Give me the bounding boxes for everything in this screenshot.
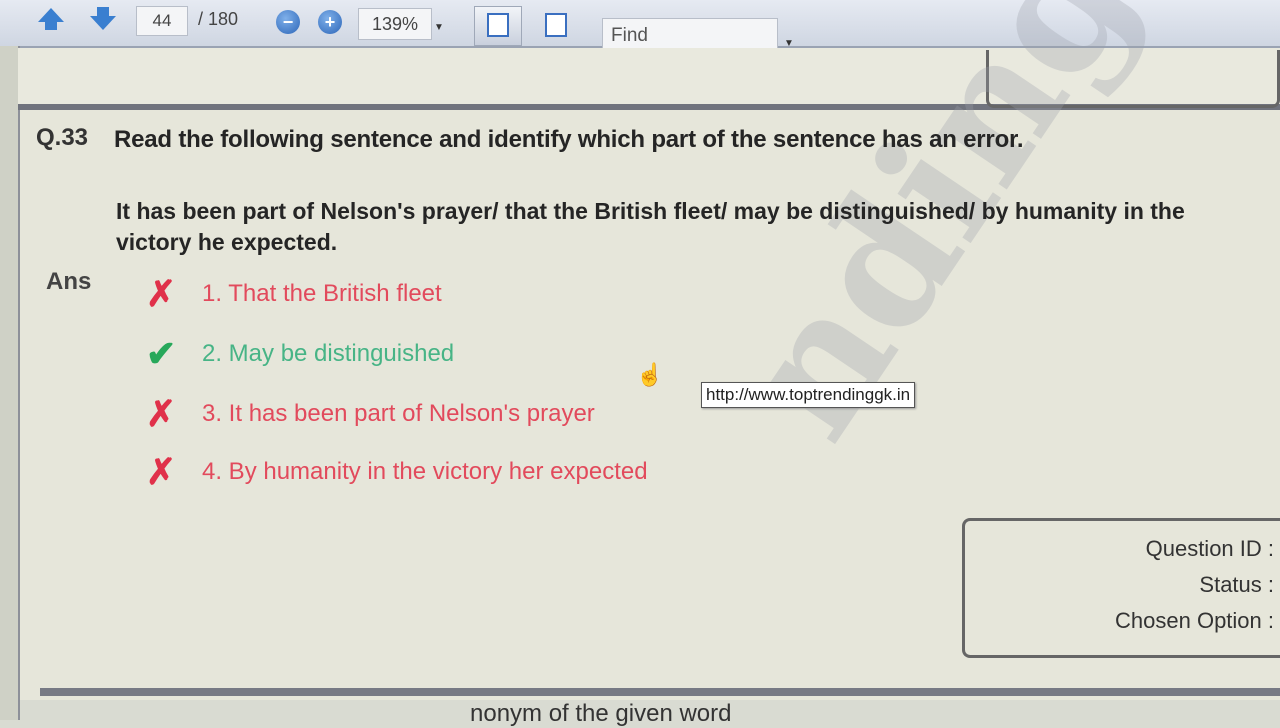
arrow-down-icon — [90, 7, 116, 30]
cross-icon: ✗ — [146, 273, 177, 314]
document-left-border — [0, 46, 20, 720]
next-page-button[interactable] — [86, 4, 120, 34]
zoom-level-select[interactable]: 139% — [358, 8, 432, 40]
page-total: / 180 — [198, 9, 239, 29]
page-number-input[interactable]: 44 — [136, 6, 188, 36]
hand-cursor-icon: ☝ — [636, 362, 664, 387]
cross-icon: ✗ — [146, 393, 177, 434]
minus-icon: − — [282, 12, 294, 32]
option-text: 4. By humanity in the victory her expect… — [202, 458, 648, 485]
fit-width-button[interactable] — [474, 6, 522, 46]
zoom-out-button[interactable]: − — [276, 10, 300, 34]
link-tooltip: http://www.toptrendinggk.in — [701, 382, 916, 408]
plus-icon: + — [324, 12, 336, 32]
question-sentence: It has been part of Nelson's prayer/ tha… — [116, 198, 1185, 255]
option-text: 3. It has been part of Nelson's prayer — [202, 400, 595, 427]
previous-page-button[interactable] — [34, 4, 68, 34]
pdf-toolbar: 44 / 180 − + 139% ▼ Find ▼ — [0, 0, 1280, 54]
option-3: ✗ 3. It has been part of Nelson's prayer — [146, 394, 595, 434]
fit-page-button[interactable] — [532, 6, 580, 46]
fit-page-icon — [545, 13, 567, 37]
fit-width-icon — [487, 13, 509, 37]
option-text: 1. That the British fleet — [202, 280, 442, 307]
arrow-up-icon — [38, 8, 64, 30]
chevron-down-icon[interactable]: ▼ — [434, 22, 444, 33]
previous-info-box — [986, 50, 1280, 108]
option-1: ✗ 1. That the British fleet — [146, 274, 442, 314]
next-question-fragment: nonym of the given word — [470, 700, 732, 727]
option-2: ✔ 2. May be distinguished — [146, 334, 454, 374]
option-4: ✗ 4. By humanity in the victory her expe… — [146, 452, 648, 492]
option-text: 2. May be distinguished — [202, 340, 455, 367]
zoom-in-button[interactable]: + — [318, 10, 342, 34]
question-id-label: Question ID : — [1145, 536, 1274, 561]
question-number: Q.33 — [36, 124, 89, 151]
answer-label: Ans — [46, 268, 92, 295]
status-label: Status : — [1199, 572, 1274, 597]
cross-icon: ✗ — [146, 451, 177, 492]
chosen-option-label: Chosen Option : — [1115, 608, 1274, 633]
question-prompt: Read the following sentence and identify… — [114, 126, 1024, 153]
question-divider — [40, 688, 1280, 696]
check-icon: ✔ — [146, 333, 177, 374]
